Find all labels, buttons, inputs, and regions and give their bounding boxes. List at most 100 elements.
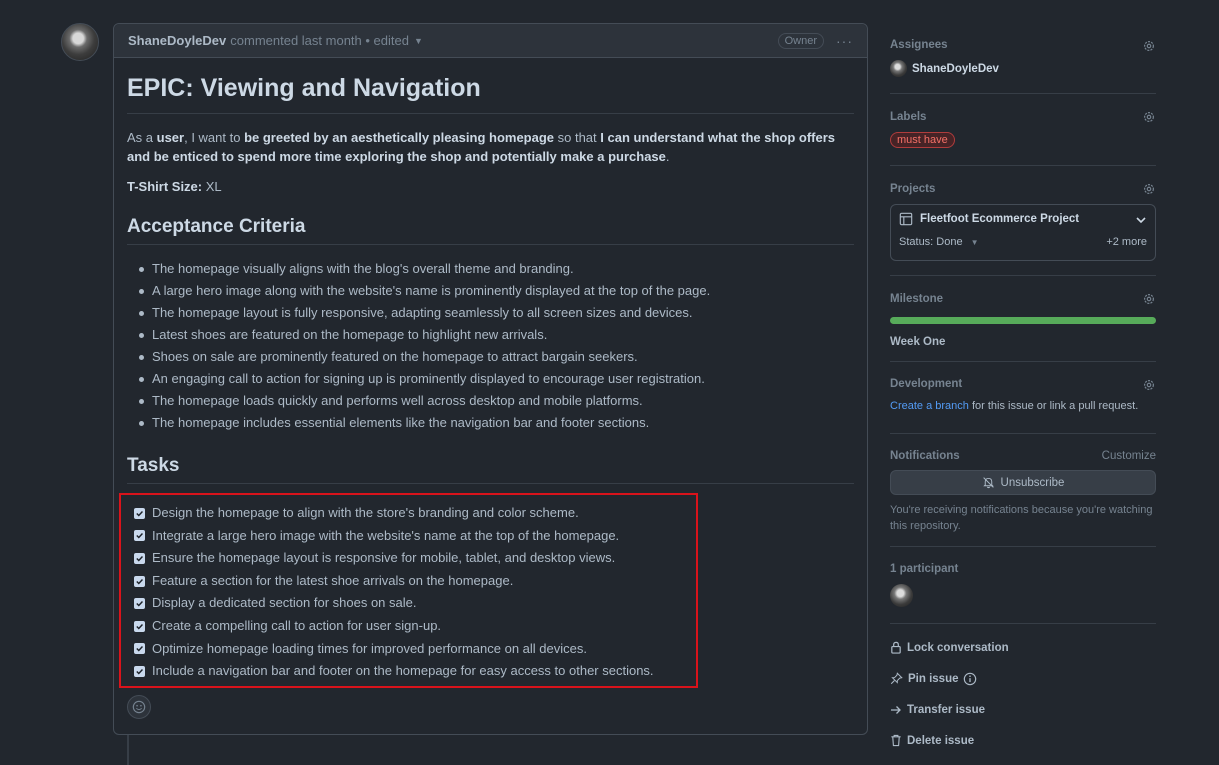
table-icon <box>899 212 913 226</box>
participant-avatar[interactable] <box>890 584 913 607</box>
project-title-row[interactable]: Fleetfoot Ecommerce Project <box>899 212 1147 226</box>
tasks-heading: Tasks <box>127 455 854 484</box>
info-icon[interactable] <box>963 672 977 686</box>
customize-link[interactable]: Customize <box>1102 450 1156 462</box>
task-label: Integrate a large hero image with the we… <box>152 527 620 543</box>
issue-actions: Lock conversation Pin issue Transfer iss… <box>890 624 1156 756</box>
project-more-link[interactable]: +2 more <box>1106 236 1147 248</box>
story-text: As a <box>127 130 157 145</box>
task-label: Feature a section for the latest shoe ar… <box>152 572 514 588</box>
lock-icon <box>891 641 901 654</box>
edit-history-caret-icon[interactable]: ▼ <box>414 36 423 46</box>
criteria-item: The homepage loads quickly and performs … <box>139 390 854 412</box>
assignee-row[interactable]: ShaneDoyleDev <box>890 60 1156 77</box>
story-text: , I want to <box>184 130 245 145</box>
notification-reason: You're receiving notifications because y… <box>890 504 1153 532</box>
project-name[interactable]: Fleetfoot Ecommerce Project <box>920 213 1079 225</box>
task-item: Design the homepage to align with the st… <box>134 502 654 525</box>
issue-comment: ShaneDoyleDev commented last month • edi… <box>113 23 868 735</box>
criteria-item: The homepage visually aligns with the bl… <box>139 258 854 280</box>
create-branch-link[interactable]: Create a branch <box>890 400 969 412</box>
criteria-item: Latest shoes are featured on the homepag… <box>139 324 854 346</box>
bell-slash-icon <box>982 477 994 489</box>
criteria-item: The homepage layout is fully responsive,… <box>139 302 854 324</box>
epic-title: EPIC: Viewing and Navigation <box>127 71 854 114</box>
author-avatar[interactable] <box>61 23 99 61</box>
projects-title: Projects <box>890 183 936 195</box>
task-label: Include a navigation bar and footer on t… <box>152 663 654 679</box>
task-label: Display a dedicated section for shoes on… <box>152 595 417 611</box>
task-checkbox[interactable] <box>134 507 145 519</box>
unsubscribe-button[interactable]: Unsubscribe <box>890 470 1156 495</box>
task-checkbox[interactable] <box>134 552 145 564</box>
milestone-title: Milestone <box>890 293 944 305</box>
task-item: Ensure the homepage layout is responsive… <box>134 547 654 570</box>
task-item: Optimize homepage loading times for impr… <box>134 638 654 661</box>
assignee-name[interactable]: ShaneDoyleDev <box>912 63 999 75</box>
assignees-gear-icon[interactable] <box>1142 39 1156 53</box>
comment-meta[interactable]: commented last month • edited <box>230 33 409 48</box>
story-bold: user <box>156 130 185 145</box>
task-checkbox[interactable] <box>134 643 145 655</box>
story-text: so that <box>554 130 601 145</box>
participants-section: 1 participant <box>890 547 1156 624</box>
task-item: Include a navigation bar and footer on t… <box>134 660 654 683</box>
task-checkbox[interactable] <box>134 665 145 677</box>
lock-label: Lock conversation <box>907 641 1009 654</box>
development-title: Development <box>890 378 963 390</box>
milestone-progress-bar <box>890 317 1156 324</box>
task-checkbox[interactable] <box>134 530 145 542</box>
lock-conversation-button[interactable]: Lock conversation <box>890 632 1156 663</box>
transfer-issue-button[interactable]: Transfer issue <box>890 694 1156 725</box>
assignees-title: Assignees <box>890 39 948 51</box>
arrow-right-icon <box>891 705 901 714</box>
labels-gear-icon[interactable] <box>1142 110 1156 124</box>
comment-author[interactable]: ShaneDoyleDev <box>128 33 226 48</box>
comment-header: ShaneDoyleDev commented last month • edi… <box>114 24 867 58</box>
criteria-item: An engaging call to action for signing u… <box>139 368 854 390</box>
assignees-section: Assignees ShaneDoyleDev <box>890 23 1156 94</box>
milestone-section: Milestone Week One <box>890 276 1156 362</box>
task-checkbox[interactable] <box>134 620 145 632</box>
participants-title: 1 participant <box>890 563 959 575</box>
acceptance-criteria-list: The homepage visually aligns with the bl… <box>127 258 854 434</box>
task-label: Optimize homepage loading times for impr… <box>152 640 587 656</box>
projects-section: Projects Fleetfoot Ecommerce Project Sta… <box>890 166 1156 276</box>
comment-menu-icon[interactable]: ··· <box>836 33 853 49</box>
delete-issue-button[interactable]: Delete issue <box>890 725 1156 756</box>
notifications-section: Notifications Customize Unsubscribe You'… <box>890 434 1156 547</box>
chevron-down-icon[interactable] <box>1135 214 1147 229</box>
task-label: Design the homepage to align with the st… <box>152 505 579 520</box>
user-story: As a user, I want to be greeted by an ae… <box>127 128 854 166</box>
development-section: Development Create a branch for this iss… <box>890 362 1156 434</box>
tshirt-label: T-Shirt Size: <box>127 179 203 194</box>
unsubscribe-label: Unsubscribe <box>1000 476 1065 489</box>
story-bold: be greeted by an aesthetically pleasing … <box>244 130 555 145</box>
delete-label: Delete issue <box>907 734 975 747</box>
development-rest: for this issue or link a pull request. <box>968 400 1139 412</box>
assignee-avatar <box>890 60 907 77</box>
pin-issue-button[interactable]: Pin issue <box>890 663 1156 694</box>
criteria-item: Shoes on sale are prominently featured o… <box>139 346 854 368</box>
milestone-gear-icon[interactable] <box>1142 292 1156 306</box>
tshirt-value: XL <box>202 179 222 194</box>
project-status-row: Status: Done ▼ +2 more <box>899 236 1147 248</box>
development-gear-icon[interactable] <box>1142 378 1156 392</box>
acceptance-criteria-heading: Acceptance Criteria <box>127 216 854 245</box>
project-status[interactable]: Status: Done <box>899 236 963 248</box>
task-item: Create a compelling call to action for u… <box>134 615 654 638</box>
add-reaction-button[interactable] <box>127 695 151 719</box>
status-caret-icon[interactable]: ▼ <box>971 238 979 248</box>
label-must-have[interactable]: must have <box>890 132 955 148</box>
comment-body: EPIC: Viewing and Navigation As a user, … <box>114 71 867 484</box>
story-text: . <box>665 149 670 164</box>
task-label: Ensure the homepage layout is responsive… <box>152 550 616 566</box>
trash-icon <box>891 734 901 747</box>
projects-gear-icon[interactable] <box>1142 182 1156 196</box>
project-card: Fleetfoot Ecommerce Project Status: Done… <box>890 204 1156 261</box>
timeline-line <box>127 734 129 765</box>
task-checkbox[interactable] <box>134 598 145 610</box>
smiley-icon <box>132 700 146 714</box>
milestone-name[interactable]: Week One <box>890 336 1156 348</box>
task-checkbox[interactable] <box>134 575 145 587</box>
